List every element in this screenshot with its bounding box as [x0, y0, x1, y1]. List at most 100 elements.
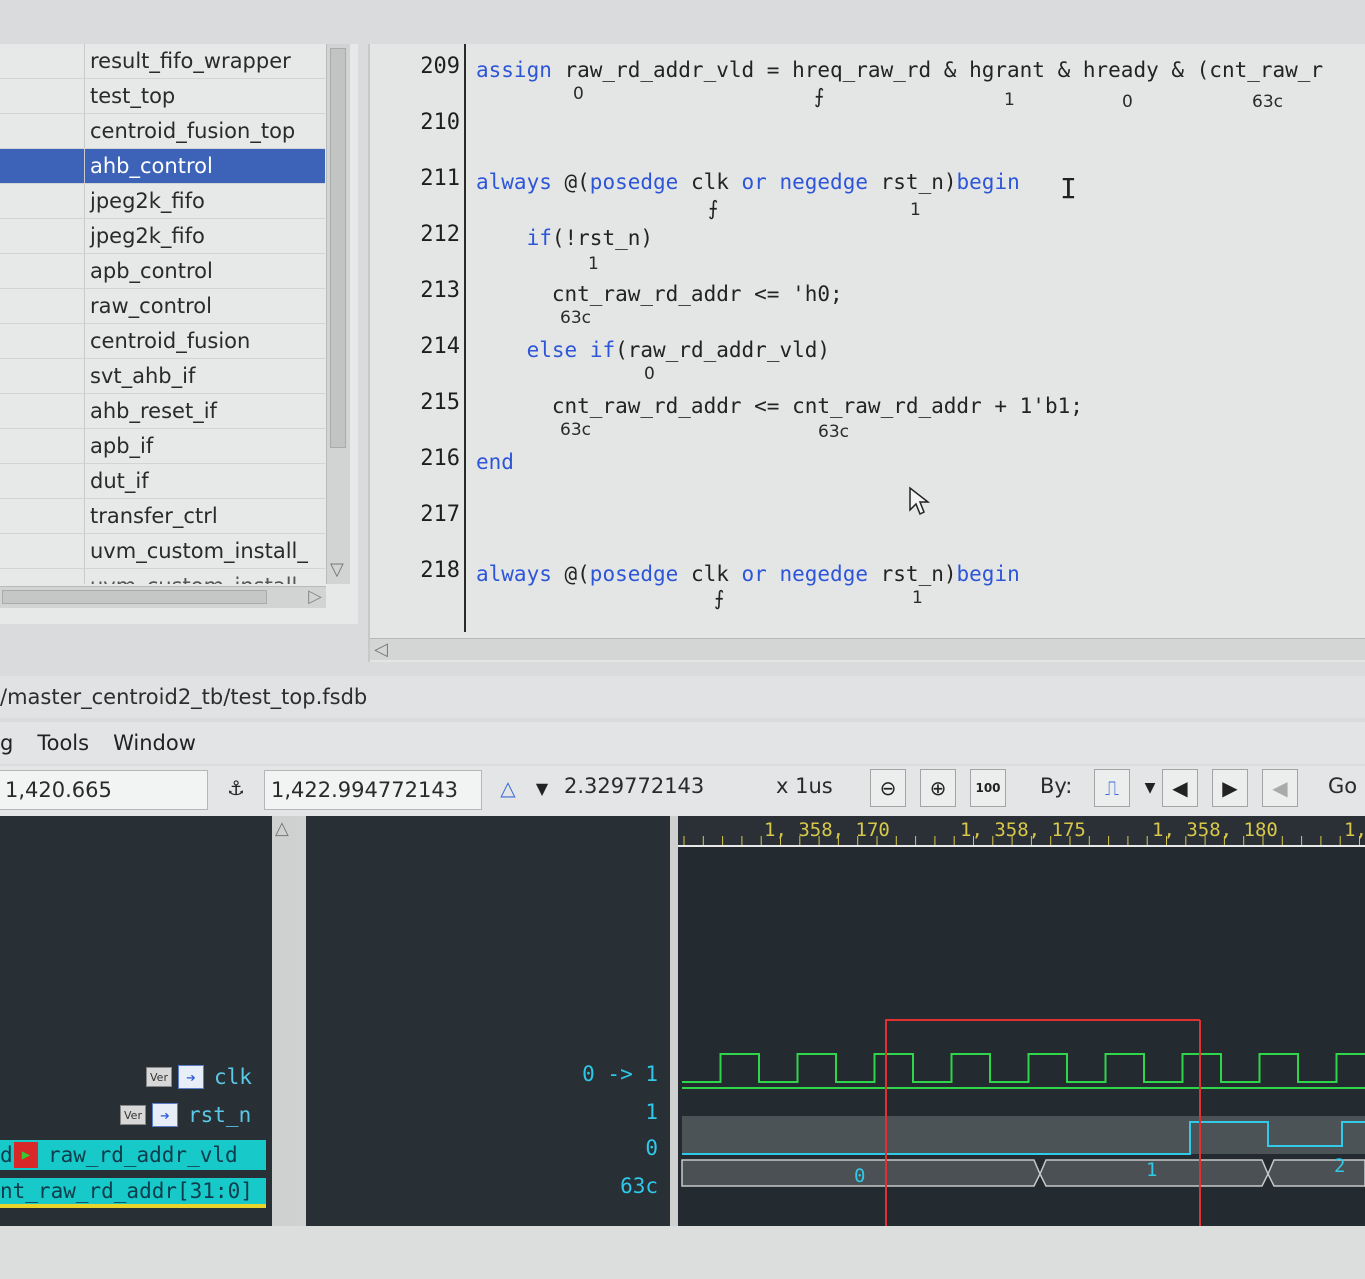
hierarchy-gutter — [0, 289, 85, 323]
line-number: 216 — [420, 446, 460, 471]
marker-icon[interactable]: ⚓ — [218, 769, 254, 807]
delta-dropdown-icon[interactable]: ▼ — [524, 769, 560, 807]
code-line[interactable]: else if(raw_rd_addr_vld) — [476, 338, 830, 362]
line-number: 211 — [420, 166, 460, 191]
signal-name: rst_n — [188, 1103, 252, 1127]
bus-value: 0 — [854, 1165, 865, 1187]
signal-row-rst-n[interactable]: Ver ➔ rst_n — [120, 1100, 251, 1130]
cursor-time-field[interactable]: 1,420.665 — [0, 770, 208, 810]
hierarchy-item[interactable]: result_fifo_wrapper — [0, 44, 325, 79]
value-annotation: 0 — [573, 84, 584, 104]
hierarchy-item[interactable]: apb_control — [0, 254, 325, 289]
pane-divider[interactable] — [670, 816, 678, 1226]
hierarchy-item[interactable]: ahb_reset_if — [0, 394, 325, 429]
hierarchy-horizontal-scrollbar[interactable]: ▷ — [0, 586, 326, 608]
nwave-title-bar: /master_centroid2_tb/test_top.fsdb — [0, 676, 1365, 718]
mouse-pointer-icon — [909, 486, 930, 516]
hierarchy-vertical-scrollbar[interactable]: ▽ — [326, 44, 350, 584]
hierarchy-gutter — [0, 114, 85, 148]
hierarchy-gutter — [0, 324, 85, 358]
scroll-up-arrow-icon[interactable]: △ — [275, 818, 289, 839]
bus-segment[interactable] — [1267, 1159, 1365, 1187]
hierarchy-item[interactable]: transfer_ctrl — [0, 499, 325, 534]
hierarchy-item-label: centroid_fusion — [90, 329, 251, 353]
hierarchy-item-label: result_fifo_wrapper — [90, 49, 291, 73]
zoom-out-icon[interactable]: ⊖ — [870, 769, 906, 807]
code-line[interactable]: cnt_raw_rd_addr <= cnt_raw_rd_addr + 1'b… — [476, 394, 1083, 418]
verilog-badge: Ver — [120, 1105, 146, 1125]
hierarchy-item[interactable]: jpeg2k_fifo — [0, 219, 325, 254]
hierarchy-item-label: transfer_ctrl — [90, 504, 218, 528]
line-number: 210 — [420, 110, 460, 135]
hierarchy-item-label: apb_if — [90, 434, 154, 458]
code-line[interactable]: always @(posedge clk or negedge rst_n)be… — [476, 562, 1020, 586]
scroll-right-arrow-icon[interactable]: ▷ — [308, 586, 322, 607]
code-horizontal-scrollbar[interactable]: ◁ — [370, 638, 1365, 660]
search-backward-icon[interactable]: ◀ — [1162, 769, 1198, 807]
hierarchy-item[interactable]: uvm_custom_install_ — [0, 534, 325, 569]
hierarchy-item[interactable]: uvm_custom_install — [0, 569, 325, 584]
line-number: 217 — [420, 502, 460, 527]
hierarchy-item[interactable]: test_top — [0, 79, 325, 114]
menu-item-window[interactable]: Window — [113, 731, 196, 755]
hierarchy-item[interactable]: dut_if — [0, 464, 325, 499]
scrollbar-thumb[interactable] — [2, 590, 267, 604]
hierarchy-item[interactable]: raw_control — [0, 289, 325, 324]
waveform-canvas[interactable]: 1, 358, 170 1, 358, 175 1, 358, 180 1, 0… — [678, 816, 1365, 1226]
hierarchy-item-label: jpeg2k_fifo — [90, 189, 205, 213]
zoom-fit-button[interactable]: 100 — [970, 769, 1006, 807]
input-port-icon: ➔ — [152, 1103, 178, 1127]
delta-time: 2.329772143 — [564, 774, 705, 798]
scrollbar-thumb[interactable] — [330, 48, 346, 448]
line-number-gutter: 209 210 211 212 213 214 215 216 217 218 — [370, 44, 466, 632]
signal-name-pane[interactable]: Ver ➔ clk Ver ➔ rst_n d ▶ raw_rd_addr_vl… — [0, 816, 272, 1226]
value-annotation: 63c — [1252, 92, 1283, 112]
signal-row-raw-rd-addr-vld[interactable]: d ▶ raw_rd_addr_vld — [0, 1140, 266, 1170]
input-port-icon: ➔ — [178, 1065, 204, 1089]
signal-name: nt_raw_rd_addr[31:0] — [0, 1179, 253, 1203]
ruler-label: 1, 358, 180 — [1152, 819, 1278, 841]
hierarchy-item[interactable]: svt_ahb_if — [0, 359, 325, 394]
menu-item-tools[interactable]: Tools — [37, 731, 89, 755]
hierarchy-list: result_fifo_wrapper test_top centroid_fusi… — [0, 44, 325, 584]
signal-row-cnt-raw-rd-addr[interactable]: nt_raw_rd_addr[31:0] — [0, 1178, 266, 1208]
hierarchy-item-label: ahb_control — [90, 154, 213, 178]
go-button[interactable]: Go — [1328, 774, 1357, 798]
hierarchy-panel: result_fifo_wrapper test_top centroid_fusi… — [0, 44, 358, 624]
code-line[interactable]: always @(posedge clk or negedge rst_n)be… — [476, 170, 1020, 194]
search-forward-icon[interactable]: ▶ — [1212, 769, 1248, 807]
back-icon[interactable]: ◀ — [1262, 769, 1298, 807]
clk-waveform[interactable] — [682, 1053, 1365, 1083]
code-line[interactable]: cnt_raw_rd_addr <= 'h0; — [476, 282, 843, 306]
signal-type-badge: d — [0, 1143, 13, 1167]
text-cursor-icon: I — [1060, 172, 1077, 205]
waveform-pane[interactable]: 1, 358, 170 1, 358, 175 1, 358, 180 1, 0… — [678, 816, 1365, 1226]
code-line[interactable]: end — [476, 450, 514, 474]
scroll-down-arrow-icon[interactable]: ▽ — [330, 559, 344, 580]
hierarchy-gutter — [0, 219, 85, 253]
hierarchy-item-label: apb_control — [90, 259, 213, 283]
zoom-in-icon[interactable]: ⊕ — [920, 769, 956, 807]
scroll-left-arrow-icon[interactable]: ◁ — [374, 639, 388, 660]
hierarchy-item[interactable]: apb_if — [0, 429, 325, 464]
search-by-label: By: — [1040, 774, 1073, 798]
signal-row-clk[interactable]: Ver ➔ clk — [146, 1062, 252, 1092]
hierarchy-item[interactable]: centroid_fusion — [0, 324, 325, 359]
signal-name-scrollbar[interactable]: △ — [272, 816, 296, 1226]
waveform-toolbar: 1,420.665 ⚓ 1,422.994772143 △ ▼ 2.329772… — [0, 766, 1365, 816]
marker-time-field[interactable]: 1,422.994772143 — [264, 770, 482, 810]
code-line[interactable]: if(!rst_n) — [476, 226, 653, 250]
hierarchy-item[interactable]: centroid_fusion_top — [0, 114, 325, 149]
hierarchy-gutter — [0, 44, 85, 78]
falling-edge-icon: ⨍ — [814, 84, 825, 108]
hierarchy-item[interactable]: ahb_control — [0, 149, 325, 184]
code-line[interactable]: assign raw_rd_addr_vld = hreq_raw_rd & h… — [476, 58, 1323, 82]
menu-item-debug[interactable]: g — [0, 731, 13, 755]
value-annotation: 63c — [560, 308, 591, 328]
hierarchy-item-label: svt_ahb_if — [90, 364, 196, 388]
hierarchy-item[interactable]: jpeg2k_fifo — [0, 184, 325, 219]
pane-divider[interactable] — [296, 816, 306, 1226]
source-code-panel[interactable]: 209 210 211 212 213 214 215 216 217 218 … — [368, 44, 1365, 662]
rising-edge-search-icon[interactable]: ⎍ — [1094, 769, 1130, 807]
menu-bar: g Tools Window — [0, 722, 1365, 764]
